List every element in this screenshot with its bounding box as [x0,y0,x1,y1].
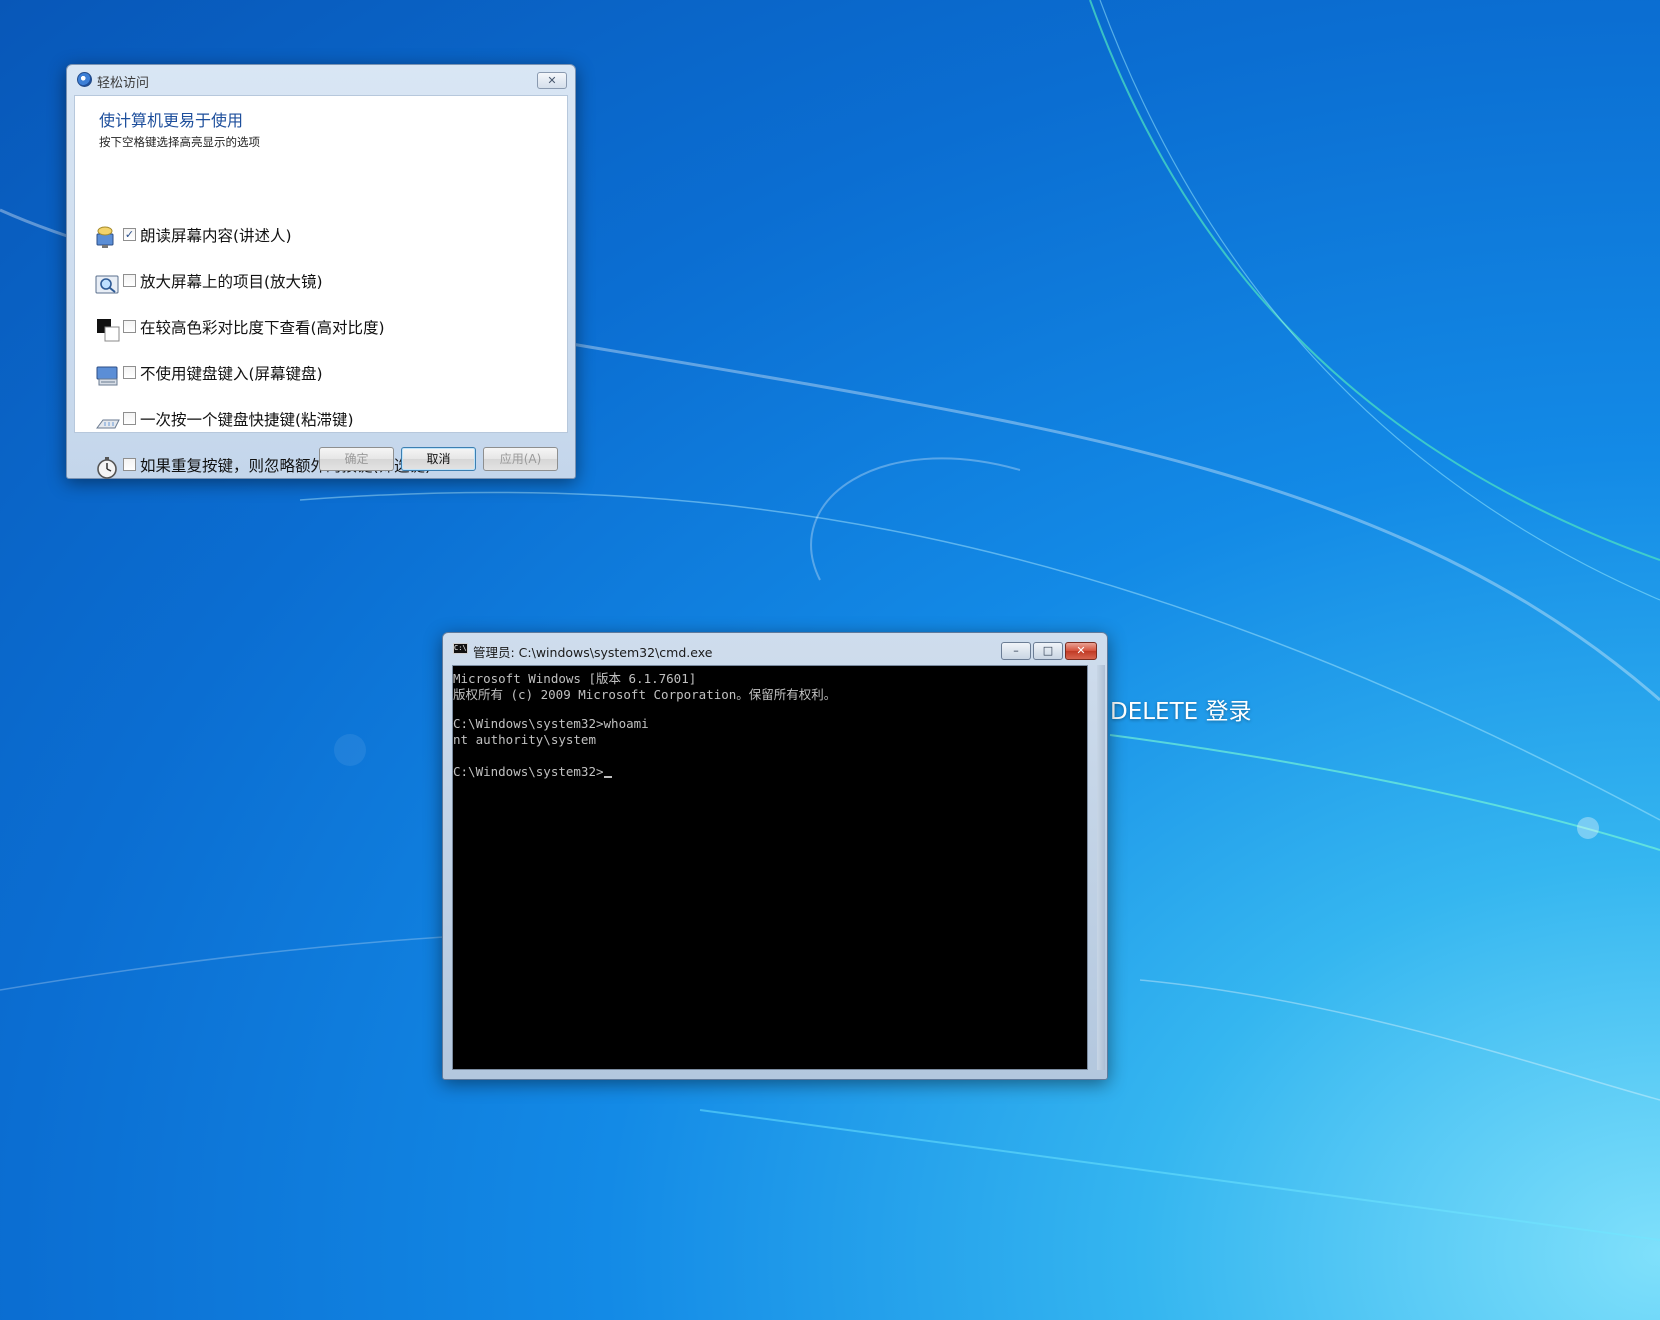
close-button[interactable]: ✕ [1065,642,1097,660]
ease-dialog-content: 使计算机更易于使用 按下空格键选择高亮显示的选项 ✓ 朗读屏幕内容(讲述人) 放… [74,95,568,479]
ok-button[interactable]: 确定 [319,447,394,471]
narrator-checkbox[interactable]: ✓ [123,228,136,241]
magnifier-label: 放大屏幕上的项目(放大镜) [140,273,323,291]
high-contrast-label: 在较高色彩对比度下查看(高对比度) [140,319,385,337]
cmd-scrollbar[interactable] [1097,665,1105,1070]
sticky-keys-label: 一次按一个键盘快捷键(粘滞键) [140,411,354,429]
high-contrast-icon [97,319,120,342]
console-line: 版权所有 (c) 2009 Microsoft Corporation。保留所有… [453,687,837,702]
cmd-window: C:\ 管理员: C:\windows\system32\cmd.exe – □… [442,632,1108,1080]
ease-dialog-button-bar: 确定 取消 应用(A) [67,433,575,479]
cancel-button[interactable]: 取消 [401,447,476,471]
sticky-keys-checkbox[interactable] [123,412,136,425]
cmd-titlebar[interactable]: C:\ 管理员: C:\windows\system32\cmd.exe – □… [443,633,1107,663]
on-screen-keyboard-icon [96,366,118,386]
maximize-button[interactable]: □ [1033,642,1063,660]
minimize-button[interactable]: – [1001,642,1031,660]
on-screen-keyboard-checkbox[interactable] [123,366,136,379]
login-hint-text: DELETE 登录 [1110,699,1252,725]
ease-dialog-titlebar[interactable]: 轻松访问 ✕ [67,65,575,95]
ease-of-access-icon [77,72,92,87]
ease-of-access-dialog: 轻松访问 ✕ 使计算机更易于使用 按下空格键选择高亮显示的选项 ✓ 朗读屏幕内容… [66,64,576,479]
magnifier-icon [95,275,119,294]
apply-button[interactable]: 应用(A) [483,447,558,471]
console-prompt-line: C:\Windows\system32> [453,764,612,779]
console-line: nt authority\system [453,732,596,747]
high-contrast-checkbox[interactable] [123,320,136,333]
ease-dialog-title: 轻松访问 [97,76,150,91]
ease-dialog-close-button[interactable]: ✕ [537,72,567,89]
cmd-console[interactable]: Microsoft Windows [版本 6.1.7601] 版权所有 (c)… [452,665,1088,1070]
narrator-icon [96,226,114,248]
console-prompt: C:\Windows\system32> [453,764,604,779]
magnifier-checkbox[interactable] [123,274,136,287]
text-cursor [603,776,612,778]
on-screen-keyboard-label: 不使用键盘键入(屏幕键盘) [140,365,323,383]
cmd-title: 管理员: C:\windows\system32\cmd.exe [473,645,713,660]
console-line: C:\Windows\system32>whoami [453,716,649,731]
ease-dialog-heading: 使计算机更易于使用 [99,111,244,130]
cmd-icon: C:\ [453,643,468,654]
ease-dialog-subtitle: 按下空格键选择高亮显示的选项 [99,135,260,149]
sticky-keys-icon [96,419,120,429]
narrator-label: 朗读屏幕内容(讲述人) [140,227,292,245]
